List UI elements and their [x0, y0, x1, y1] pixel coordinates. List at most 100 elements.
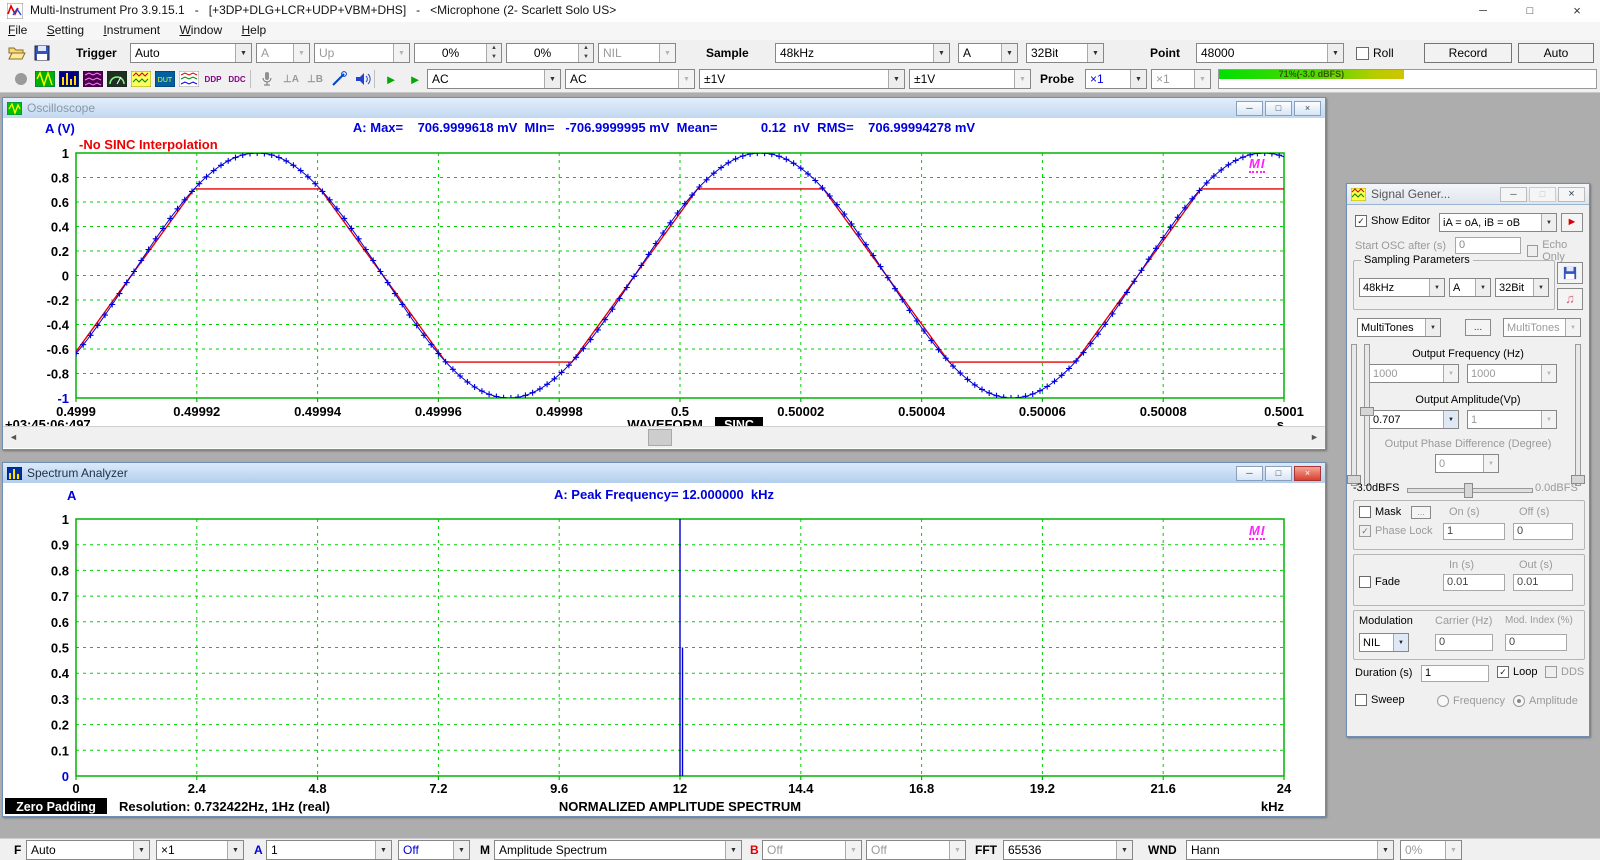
hold-icon[interactable]: [10, 69, 32, 89]
app-minimize-button[interactable]: ─: [1460, 0, 1506, 22]
siggen-bits-combo[interactable]: 32Bit▼: [1495, 278, 1549, 297]
trace-a-combo[interactable]: 1▼: [266, 840, 392, 860]
siggen-save-button[interactable]: [1557, 262, 1583, 284]
trigger-nil-combo[interactable]: NIL▼: [598, 43, 676, 63]
mask-editor-button[interactable]: ...: [1411, 506, 1431, 519]
signal-generator-icon[interactable]: [130, 69, 152, 89]
probe-calibration-icon[interactable]: [328, 69, 350, 89]
siggen-run-button[interactable]: ►: [1561, 213, 1583, 232]
amplitude-a-combo[interactable]: 0.707▼: [1369, 410, 1459, 429]
ddc-viewer-icon[interactable]: DDC: [226, 69, 248, 89]
ground-a-icon[interactable]: ⊥A: [280, 69, 302, 89]
analysis-mode-combo[interactable]: Amplitude Spectrum▼: [494, 840, 742, 860]
menu-setting[interactable]: Setting: [39, 22, 92, 38]
start-osc-field[interactable]: 0: [1455, 237, 1521, 254]
frequency-axis-combo[interactable]: Auto▼: [26, 840, 150, 860]
ground-b-icon[interactable]: ⊥B: [304, 69, 326, 89]
sweep-frequency-radio[interactable]: [1437, 695, 1449, 707]
siggen-music-button[interactable]: ♫: [1557, 288, 1583, 310]
scope-horizontal-scrollbar[interactable]: ◄ ►: [3, 426, 1325, 448]
coupling-b-combo[interactable]: AC▼: [565, 69, 695, 89]
zoom-x-combo[interactable]: ×1▼: [156, 840, 244, 860]
frequency-b-combo[interactable]: 1000▼: [1467, 364, 1557, 383]
carrier-field[interactable]: 0: [1435, 634, 1493, 651]
record-length-combo[interactable]: 48000▼: [1196, 43, 1344, 63]
siggen-channel-combo[interactable]: A▼: [1449, 278, 1491, 297]
trace-a-mode-combo[interactable]: Off▼: [398, 840, 470, 860]
menu-window[interactable]: Window: [171, 22, 230, 38]
probe-a-combo[interactable]: ×1▼: [1085, 69, 1147, 89]
save-icon[interactable]: [34, 45, 50, 61]
range-a-combo[interactable]: ±1V▼: [699, 69, 905, 89]
window-close-button[interactable]: ×: [1294, 101, 1321, 116]
multimeter-icon[interactable]: [106, 69, 128, 89]
phase-lock-checkbox[interactable]: ✓Phase Lock: [1359, 525, 1432, 537]
menu-instrument[interactable]: Instrument: [95, 22, 168, 38]
waveform-b-combo[interactable]: MultiTones▼: [1503, 318, 1581, 337]
amplitude-slider-right[interactable]: [1575, 344, 1581, 486]
trigger-level-spinner[interactable]: 0%▲▼: [414, 43, 502, 63]
trace-b-mode-combo[interactable]: Off▼: [866, 840, 966, 860]
waveform-a-combo[interactable]: MultiTones▼: [1357, 318, 1441, 337]
amplitude-slider-a-left[interactable]: [1364, 344, 1370, 486]
multitones-editor-button[interactable]: ...: [1465, 319, 1491, 336]
fft-size-combo[interactable]: 65536▼: [1003, 840, 1133, 860]
show-editor-checkbox[interactable]: ✓Show Editor: [1355, 215, 1430, 227]
oscilloscope-chart[interactable]: 0.49990.499920.499940.499960.499980.50.5…: [3, 141, 1325, 431]
sweep-amplitude-radio[interactable]: [1513, 695, 1525, 707]
trace-b-combo[interactable]: Off▼: [762, 840, 862, 860]
window-minimize-button[interactable]: ─: [1236, 101, 1263, 116]
spin-down-icon[interactable]: ▼: [579, 53, 593, 62]
spin-up-icon[interactable]: ▲: [579, 44, 593, 53]
duration-field[interactable]: 1: [1421, 665, 1489, 682]
sweep-checkbox[interactable]: Sweep: [1355, 694, 1405, 706]
waterfall-icon[interactable]: [82, 69, 104, 89]
fade-checkbox[interactable]: Fade: [1359, 576, 1400, 588]
ddp-viewer-icon[interactable]: DDP: [202, 69, 224, 89]
scroll-thumb[interactable]: [648, 429, 672, 446]
microphone-icon[interactable]: [256, 69, 278, 89]
run-icon[interactable]: ►: [380, 69, 402, 89]
trigger-source-combo[interactable]: A▼: [256, 43, 310, 63]
coupling-a-combo[interactable]: AC▼: [427, 69, 561, 89]
sampling-rate-combo[interactable]: 48kHz▼: [775, 43, 950, 63]
window-minimize-button[interactable]: ─: [1500, 187, 1527, 202]
oscilloscope-titlebar[interactable]: Oscilloscope ─ □ ×: [3, 98, 1325, 119]
device-under-test-icon[interactable]: DUT: [154, 69, 176, 89]
spin-down-icon[interactable]: ▼: [487, 53, 501, 62]
window-minimize-button[interactable]: ─: [1236, 466, 1263, 481]
window-maximize-button[interactable]: □: [1265, 466, 1292, 481]
window-close-button[interactable]: ×: [1294, 466, 1321, 481]
spectrum-titlebar[interactable]: Spectrum Analyzer ─ □ ×: [3, 463, 1325, 484]
scroll-left-icon[interactable]: ◄: [5, 429, 22, 446]
trigger-edge-combo[interactable]: Up▼: [314, 43, 410, 63]
open-file-icon[interactable]: [8, 45, 26, 61]
fade-in-field[interactable]: 0.01: [1443, 574, 1505, 591]
run-secondary-icon[interactable]: ►: [404, 69, 426, 89]
auto-button[interactable]: Auto: [1518, 43, 1594, 63]
mask-off-field[interactable]: 0: [1513, 523, 1573, 540]
fade-out-field[interactable]: 0.01: [1513, 574, 1573, 591]
app-maximize-button[interactable]: □: [1507, 0, 1553, 22]
modulation-type-combo[interactable]: NIL▼: [1359, 633, 1409, 652]
probe-b-combo[interactable]: ×1▼: [1151, 69, 1211, 89]
trigger-mode-combo[interactable]: Auto▼: [130, 43, 252, 63]
mod-index-field[interactable]: 0: [1505, 634, 1567, 651]
app-titlebar[interactable]: Multi-Instrument Pro 3.9.15.1 - [+3DP+DL…: [0, 0, 1600, 23]
loop-checkbox[interactable]: ✓Loop: [1497, 666, 1537, 678]
spectrum-analyzer-icon[interactable]: [58, 69, 80, 89]
mask-on-field[interactable]: 1: [1443, 523, 1505, 540]
mask-checkbox[interactable]: Mask: [1359, 506, 1401, 518]
sampling-bits-combo[interactable]: 32Bit▼: [1026, 43, 1104, 63]
roll-checkbox[interactable]: Roll: [1356, 46, 1394, 60]
oscilloscope-icon[interactable]: [34, 69, 56, 89]
spectrum-chart[interactable]: 02.44.87.29.61214.416.819.221.62410.90.8…: [3, 509, 1325, 816]
scroll-right-icon[interactable]: ►: [1306, 429, 1323, 446]
menu-help[interactable]: Help: [234, 22, 275, 38]
derived-data-curve-icon[interactable]: [178, 69, 200, 89]
spin-up-icon[interactable]: ▲: [487, 44, 501, 53]
window-maximize-button[interactable]: □: [1529, 187, 1556, 202]
siggen-rate-combo[interactable]: 48kHz▼: [1359, 278, 1445, 297]
menu-file[interactable]: File: [0, 22, 35, 38]
dbfs-slider[interactable]: [1407, 488, 1533, 493]
